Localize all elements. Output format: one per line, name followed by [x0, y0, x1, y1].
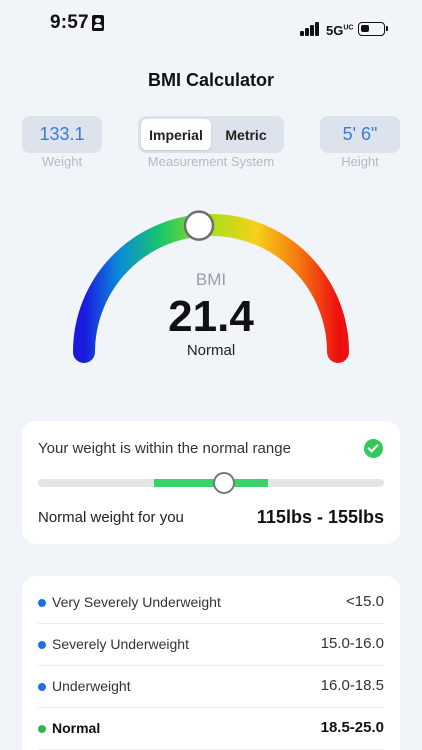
- category-name: Underweight: [52, 678, 131, 694]
- weight-range-card: Your weight is within the normal range N…: [22, 421, 400, 544]
- bmi-value: 21.4: [168, 292, 254, 341]
- category-name: Normal: [52, 720, 101, 736]
- check-circle-icon: [364, 439, 383, 458]
- bmi-caption: BMI: [195, 270, 227, 289]
- category-row: Underweight 16.0-18.5: [38, 666, 384, 708]
- category-range: 16.0-18.5: [320, 677, 384, 694]
- weight-range-slider[interactable]: [38, 472, 384, 494]
- gauge-indicator[interactable]: [183, 210, 215, 241]
- category-range: 18.5-25.0: [320, 719, 384, 736]
- bmi-category: Normal: [186, 342, 236, 359]
- weight-input[interactable]: 133.1: [22, 116, 102, 153]
- category-name: Very Severely Underweight: [52, 594, 221, 610]
- category-range: <15.0: [346, 593, 384, 610]
- cellular-signal-icon: [300, 22, 320, 36]
- metric-option[interactable]: Metric: [211, 119, 281, 150]
- category-row: Severely Underweight 15.0-16.0: [38, 624, 384, 666]
- category-dot: [38, 683, 46, 691]
- normal-weight-label: Normal weight for you: [38, 509, 184, 526]
- bmi-categories-card: Very Severely Underweight <15.0 Severely…: [22, 576, 400, 750]
- category-row: Normal 18.5-25.0: [38, 708, 384, 750]
- measurement-system-toggle[interactable]: Imperial Metric: [138, 116, 284, 153]
- category-dot: [38, 599, 46, 607]
- status-time: 9:57: [50, 12, 89, 33]
- category-name: Severely Underweight: [52, 636, 189, 652]
- normal-weight-range: 115lbs - 155lbs: [256, 507, 384, 527]
- weight-slider-thumb[interactable]: [213, 472, 236, 494]
- category-row: Very Severely Underweight <15.0: [38, 582, 384, 624]
- network-type: 5GUC: [326, 23, 354, 38]
- weight-status-text: Your weight is within the normal range: [38, 440, 291, 457]
- category-dot: [38, 725, 46, 733]
- imperial-option[interactable]: Imperial: [141, 119, 211, 150]
- category-range: 15.0-16.0: [320, 635, 384, 652]
- measurement-system-label: Measurement System: [147, 154, 275, 169]
- height-label: Height: [341, 154, 379, 169]
- height-input[interactable]: 5' 6": [320, 116, 400, 153]
- battery-icon: [358, 22, 388, 36]
- status-bar: 9:57 5GUC: [0, 0, 422, 48]
- normal-range-fill: [153, 479, 269, 487]
- category-dot: [38, 641, 46, 649]
- page-title: BMI Calculator: [147, 70, 275, 90]
- weight-label: Weight: [41, 154, 83, 169]
- id-card-icon: [92, 15, 104, 31]
